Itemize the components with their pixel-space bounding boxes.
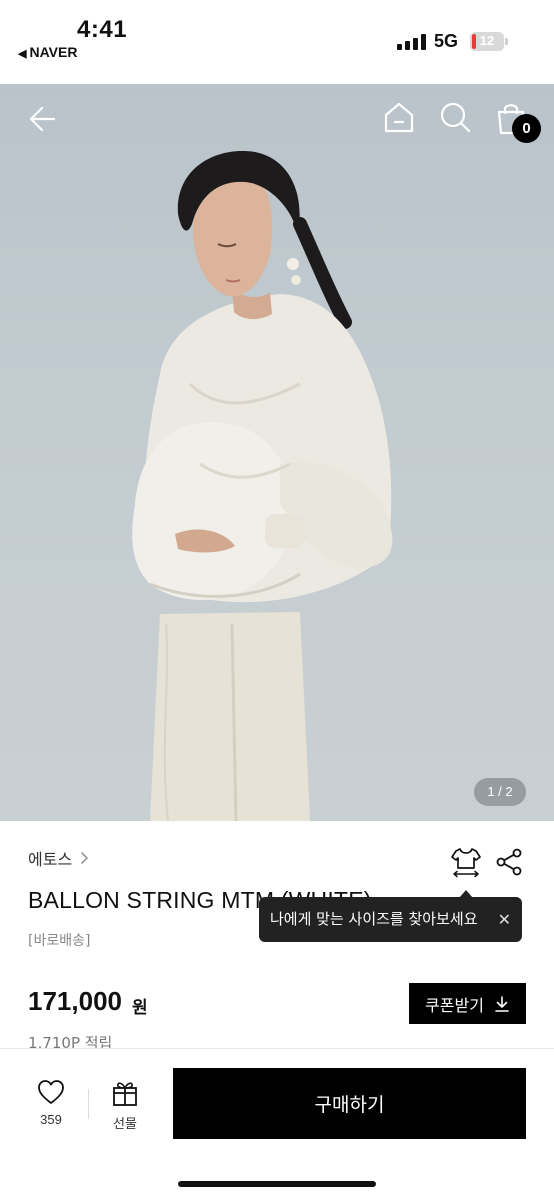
battery-level: 12 bbox=[479, 33, 495, 48]
coupon-button[interactable]: 쿠폰받기 bbox=[409, 983, 526, 1024]
gallery-pager: 1 / 2 bbox=[474, 778, 526, 806]
brand-name: 에토스 bbox=[28, 850, 73, 869]
coupon-label: 쿠폰받기 bbox=[425, 995, 484, 1015]
size-guide-shirt-icon[interactable] bbox=[450, 846, 482, 878]
back-to-app-link[interactable]: ◀ NAVER bbox=[18, 44, 77, 60]
product-image-gallery[interactable]: 0 1 / 2 bbox=[0, 84, 554, 821]
product-photo bbox=[132, 151, 393, 821]
back-app-label: NAVER bbox=[29, 44, 78, 60]
divider bbox=[88, 1089, 89, 1119]
price-currency: 원 bbox=[132, 998, 148, 1018]
gift-label: 선물 bbox=[113, 1117, 137, 1132]
like-count: 359 bbox=[40, 1112, 62, 1127]
home-icon[interactable] bbox=[382, 100, 416, 134]
brand-link[interactable]: 에토스 bbox=[28, 846, 89, 870]
delivery-tag: [바로배송] bbox=[28, 933, 91, 949]
signal-strength-icon bbox=[397, 34, 427, 50]
back-arrow-icon[interactable] bbox=[26, 102, 60, 136]
buy-button[interactable]: 구매하기 bbox=[173, 1068, 526, 1139]
search-icon[interactable] bbox=[438, 100, 472, 134]
like-button[interactable]: 359 bbox=[28, 1079, 74, 1127]
status-bar: 4:41 ◀ NAVER 5G 12 bbox=[0, 0, 554, 84]
bottom-action-bar: 359 선물 구매하기 bbox=[0, 1048, 554, 1200]
tooltip-text: 나에게 맞는 사이즈를 찾아보세요 bbox=[270, 910, 478, 928]
close-icon[interactable]: ✕ bbox=[498, 897, 511, 942]
download-icon bbox=[495, 995, 509, 1012]
heart-icon bbox=[38, 1080, 64, 1104]
share-icon[interactable] bbox=[495, 848, 523, 876]
home-indicator bbox=[178, 1181, 376, 1187]
gift-icon bbox=[113, 1082, 137, 1106]
chevron-right-icon bbox=[81, 851, 89, 865]
network-type: 5G bbox=[434, 31, 459, 51]
battery-icon: 12 bbox=[470, 32, 508, 51]
product-price: 171,000 bbox=[28, 986, 122, 1016]
back-triangle-icon: ◀ bbox=[18, 48, 27, 60]
status-time: 4:41 bbox=[77, 16, 128, 43]
gift-button[interactable]: 선물 bbox=[102, 1079, 148, 1132]
cart-count-badge: 0 bbox=[512, 114, 541, 143]
size-guide-tooltip: 나에게 맞는 사이즈를 찾아보세요 ✕ bbox=[259, 890, 522, 942]
